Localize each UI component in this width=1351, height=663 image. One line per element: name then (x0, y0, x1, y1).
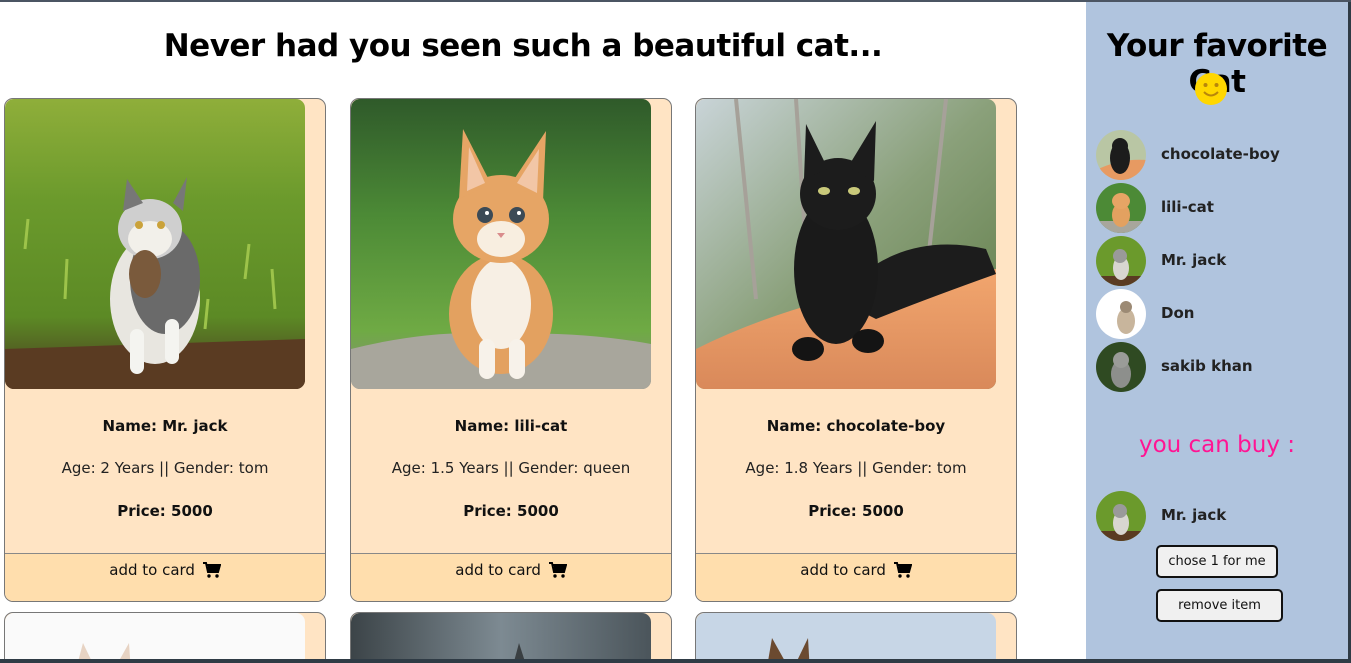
cat-price: Price: 5000 (463, 502, 559, 520)
grey-cat-photo (351, 613, 651, 659)
snow-cat-photo (696, 613, 996, 659)
cat-age-gender: Age: 1.5 Years || Gender: queen (391, 459, 631, 477)
buy-title: you can buy : (1138, 432, 1296, 458)
cat-age-gender: Age: 1.8 Years || Gender: tom (745, 459, 967, 477)
window-bottom-border (0, 659, 1351, 663)
favorite-item[interactable]: Don (1096, 289, 1346, 339)
cat-card-partial (350, 612, 672, 659)
add-to-card-label: add to card (455, 561, 541, 579)
favorite-item[interactable]: Mr. jack (1096, 236, 1346, 286)
favorite-item[interactable]: lili-cat (1096, 183, 1346, 233)
buy-item-name: Mr. jack (1161, 506, 1227, 524)
add-to-card-button[interactable]: add to card (351, 553, 671, 601)
cat-name: Name: Mr. jack (102, 417, 228, 435)
favorite-name: Don (1161, 304, 1195, 322)
cart-icon (548, 562, 568, 582)
avatar (1096, 342, 1146, 392)
add-to-card-label: add to card (800, 561, 886, 579)
remove-item-button[interactable]: remove item (1156, 589, 1283, 622)
smiley-icon (1194, 72, 1228, 110)
avatar (1096, 289, 1146, 339)
cat-card: Name: chocolate-boy Age: 1.8 Years || Ge… (695, 98, 1017, 602)
page-title: Never had you seen such a beautiful cat.… (163, 28, 883, 64)
cat-price: Price: 5000 (808, 502, 904, 520)
add-to-card-button[interactable]: add to card (696, 553, 1016, 601)
chose-one-button[interactable]: chose 1 for me (1156, 545, 1278, 578)
add-to-card-label: add to card (109, 561, 195, 579)
cat-name: Name: lili-cat (454, 417, 568, 435)
cat-age-gender: Age: 2 Years || Gender: tom (61, 459, 269, 477)
avatar (1096, 183, 1146, 233)
favorite-item[interactable]: sakib khan (1096, 342, 1346, 392)
cart-icon (893, 562, 913, 582)
white-cat-photo (5, 613, 305, 659)
favorite-name: chocolate-boy (1161, 145, 1280, 163)
cart-icon (202, 562, 222, 582)
orange-kitten-photo (351, 99, 651, 389)
tabby-cat-photo (5, 99, 305, 389)
cat-price: Price: 5000 (117, 502, 213, 520)
favorite-item[interactable]: chocolate-boy (1096, 130, 1346, 180)
cat-gallery: Never had you seen such a beautiful cat.… (0, 2, 1086, 659)
cat-card: Name: Mr. jack Age: 2 Years || Gender: t… (4, 98, 326, 602)
favorites-sidebar: Your favorite Cat chocolate-boy lili-cat… (1086, 2, 1348, 659)
buy-item: Mr. jack (1096, 491, 1346, 541)
favorite-name: sakib khan (1161, 357, 1253, 375)
cat-card-partial (4, 612, 326, 659)
avatar (1096, 491, 1146, 541)
favorite-name: lili-cat (1161, 198, 1214, 216)
cat-card-partial (695, 612, 1017, 659)
avatar (1096, 236, 1146, 286)
add-to-card-button[interactable]: add to card (5, 553, 325, 601)
cat-name: Name: chocolate-boy (766, 417, 946, 435)
black-cat-photo (696, 99, 996, 389)
favorite-name: Mr. jack (1161, 251, 1227, 269)
cat-card: Name: lili-cat Age: 1.5 Years || Gender:… (350, 98, 672, 602)
avatar (1096, 130, 1146, 180)
